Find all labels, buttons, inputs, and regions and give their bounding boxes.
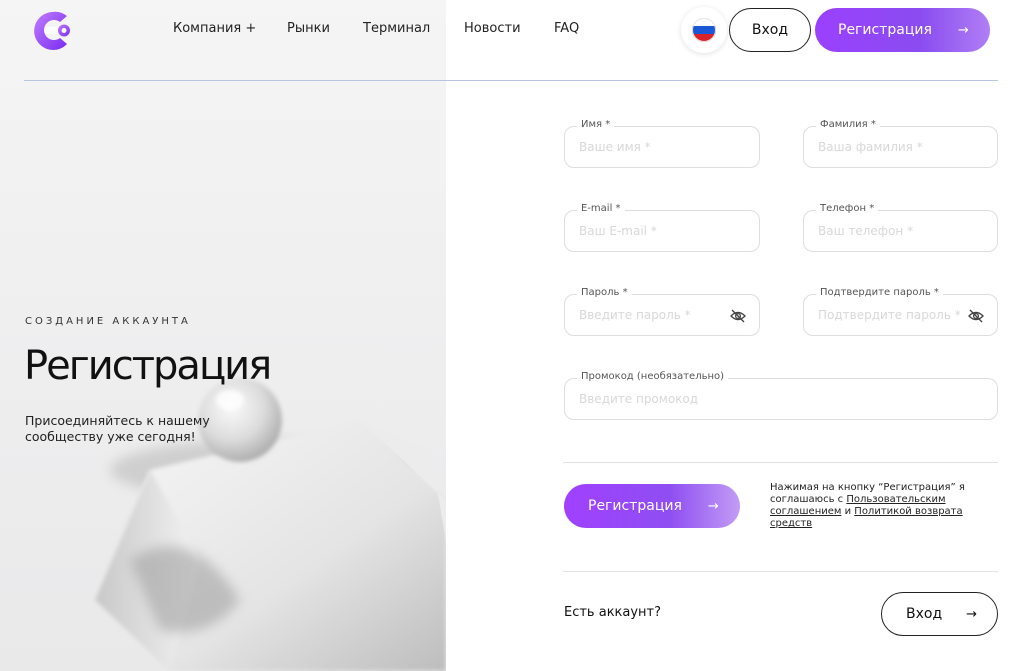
- hero-eyebrow: СОЗДАНИЕ АККАУНТА: [25, 316, 191, 327]
- phone-field: Телефон *: [803, 203, 998, 252]
- phone-label: Телефон *: [816, 203, 879, 214]
- form-divider: [563, 462, 998, 463]
- nav-item-company[interactable]: Компания +: [173, 21, 256, 36]
- register-submit-label: Регистрация: [588, 498, 682, 514]
- password-confirm-field: Подтвердите пароль *: [803, 287, 998, 336]
- hero-illustration: [95, 378, 446, 671]
- eye-off-icon[interactable]: [967, 307, 985, 325]
- eye-off-icon[interactable]: [729, 307, 747, 325]
- password-confirm-label: Подтвердите пароль *: [816, 287, 943, 298]
- first-name-label: Имя *: [577, 119, 615, 130]
- email-label: E-mail *: [577, 203, 625, 214]
- hero-subtitle: Присоединяйтесь к нашему сообществу уже …: [25, 413, 210, 444]
- form-divider-bottom: [563, 571, 998, 572]
- arrow-right-icon: →: [707, 498, 719, 514]
- phone-input[interactable]: [818, 221, 961, 241]
- page-title: Регистрация: [24, 343, 272, 389]
- header-register-label: Регистрация: [838, 22, 932, 38]
- first-name-field: Имя *: [564, 119, 760, 168]
- email-input[interactable]: [579, 221, 723, 241]
- nav-item-news[interactable]: Новости: [464, 21, 521, 36]
- arrow-right-icon: →: [966, 606, 978, 622]
- header-register-button[interactable]: Регистрация →: [815, 8, 990, 52]
- arrow-right-icon: →: [957, 22, 969, 38]
- language-switcher[interactable]: [681, 7, 727, 53]
- have-account-text: Есть аккаунт?: [564, 605, 662, 620]
- promo-field: Промокод (необязательно): [564, 371, 998, 420]
- login-button[interactable]: Вход →: [881, 592, 998, 636]
- password-label: Пароль *: [577, 287, 632, 298]
- hero-panel: [0, 0, 446, 671]
- last-name-label: Фамилия *: [816, 119, 880, 130]
- first-name-input[interactable]: [579, 137, 723, 157]
- header-login-button[interactable]: Вход: [729, 8, 811, 52]
- nav-item-faq[interactable]: FAQ: [554, 21, 579, 36]
- password-confirm-input[interactable]: [818, 305, 961, 325]
- consent-and: и: [841, 506, 855, 517]
- nav-item-terminal[interactable]: Терминал: [363, 21, 430, 36]
- password-input[interactable]: [579, 305, 723, 325]
- russian-flag-icon: [692, 18, 716, 42]
- login-button-label: Вход: [906, 606, 943, 622]
- brand-logo-icon[interactable]: [30, 9, 76, 53]
- register-submit-button[interactable]: Регистрация →: [564, 484, 740, 528]
- promo-label: Промокод (необязательно): [577, 371, 729, 382]
- consent-text: Нажимая на кнопку “Регистрация” я соглаш…: [770, 482, 980, 530]
- password-field: Пароль *: [564, 287, 760, 336]
- last-name-field: Фамилия *: [803, 119, 998, 168]
- header-login-label: Вход: [751, 22, 789, 38]
- header-divider: [24, 80, 998, 81]
- nav-item-markets[interactable]: Рынки: [287, 21, 330, 36]
- last-name-input[interactable]: [818, 137, 961, 157]
- email-field: E-mail *: [564, 203, 760, 252]
- promo-input[interactable]: [579, 389, 961, 409]
